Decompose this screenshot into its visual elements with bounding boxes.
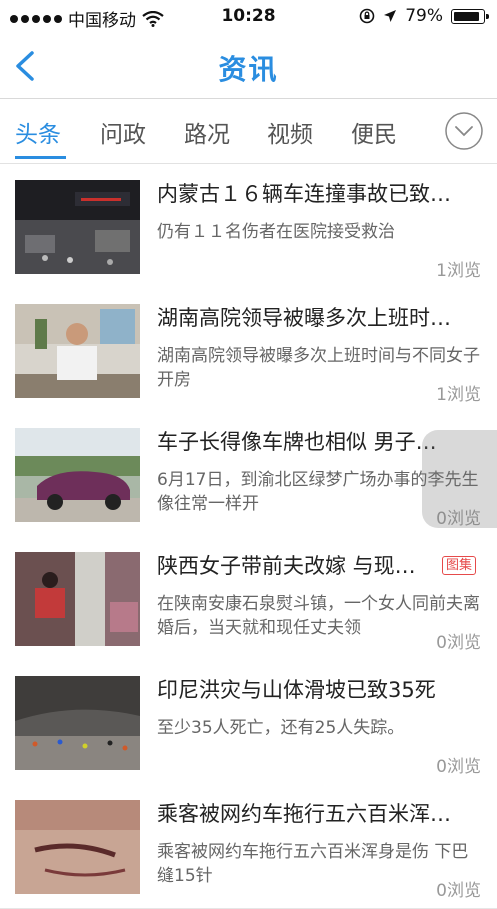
article-thumbnail xyxy=(15,552,140,646)
article-thumbnail xyxy=(15,428,140,522)
article-summary: 乘客被网约车拖行五六百米浑身是伤 下巴缝15针 xyxy=(157,842,469,886)
page-title: 资讯 xyxy=(218,53,279,86)
article-summary: 至少35人死亡，还有25人失踪。 xyxy=(157,718,405,738)
rotation-lock-icon xyxy=(359,8,375,24)
category-tabs: 头条 问政 路况 视频 便民 xyxy=(0,99,497,164)
article-thumbnail xyxy=(15,304,140,398)
article-title: 陕西女子带前夫改嫁 与现… xyxy=(157,554,416,578)
view-count: 0浏览 xyxy=(436,633,481,653)
tab-headlines[interactable]: 头条 xyxy=(15,115,61,149)
assistive-touch-button[interactable] xyxy=(422,430,497,528)
article-title: 内蒙古１６辆车连撞事故已致… xyxy=(157,182,451,206)
article-thumbnail xyxy=(15,800,140,894)
list-item[interactable]: 印尼洪灾与山体滑坡已致35死 至少35人死亡，还有25人失踪。 0浏览 xyxy=(0,660,497,785)
battery-icon xyxy=(451,8,489,24)
view-count: 0浏览 xyxy=(436,881,481,901)
article-summary: 仍有１１名伤者在医院接受救治 xyxy=(157,222,395,242)
list-item[interactable]: 乘客被网约车拖行五六百米浑… 乘客被网约车拖行五六百米浑身是伤 下巴缝15针 0… xyxy=(0,784,497,909)
article-title: 湖南高院领导被曝多次上班时… xyxy=(157,306,451,330)
view-count: 0浏览 xyxy=(436,757,481,777)
status-bar: 中国移动 10:28 79% xyxy=(0,0,497,34)
expand-tabs-icon[interactable] xyxy=(444,111,484,151)
location-icon xyxy=(384,10,397,22)
article-thumbnail xyxy=(15,180,140,274)
article-summary: 湖南高院领导被曝多次上班时间与不同女子开房 xyxy=(157,346,480,390)
status-right: 79% xyxy=(359,6,489,26)
list-item[interactable]: 内蒙古１６辆车连撞事故已致… 仍有１１名伤者在医院接受救治 1浏览 xyxy=(0,164,497,289)
tab-video[interactable]: 视频 xyxy=(267,115,313,149)
view-count: 1浏览 xyxy=(436,385,481,405)
article-title: 乘客被网约车拖行五六百米浑… xyxy=(157,802,451,826)
tab-politics[interactable]: 问政 xyxy=(100,115,146,149)
nav-bar: 资讯 xyxy=(0,34,497,99)
tab-services[interactable]: 便民 xyxy=(351,115,397,149)
gallery-badge: 图集 xyxy=(442,556,477,575)
article-summary: 在陕南安康石泉熨斗镇，一个女人同前夫离婚后，当天就和现任丈夫领 xyxy=(157,594,480,638)
tab-traffic[interactable]: 路况 xyxy=(184,115,230,149)
list-item[interactable]: 陕西女子带前夫改嫁 与现… 图集 在陕南安康石泉熨斗镇，一个女人同前夫离婚后，当… xyxy=(0,536,497,661)
battery-percent: 79% xyxy=(405,6,443,26)
view-count: 1浏览 xyxy=(436,261,481,281)
active-tab-indicator xyxy=(15,156,66,159)
list-item[interactable]: 湖南高院领导被曝多次上班时… 湖南高院领导被曝多次上班时间与不同女子开房 1浏览 xyxy=(0,288,497,413)
article-thumbnail xyxy=(15,676,140,770)
article-title: 印尼洪灾与山体滑坡已致35死 xyxy=(157,678,436,702)
